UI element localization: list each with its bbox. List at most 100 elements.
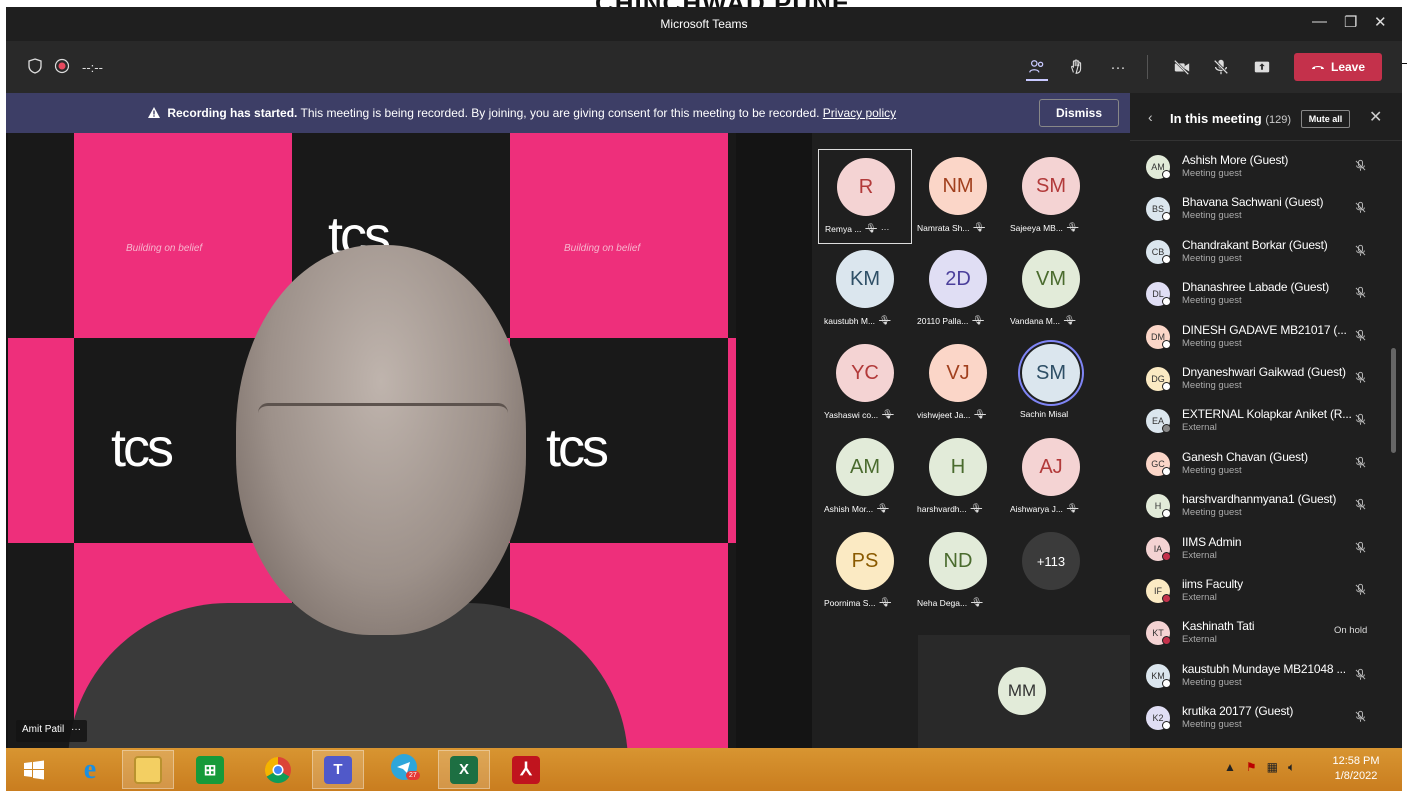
taskbar-chrome[interactable]: [252, 750, 304, 789]
mic-off-icon[interactable]: [1354, 371, 1367, 387]
minimize-button[interactable]: —: [1312, 13, 1327, 30]
participant-name: Kashinath Tati: [1182, 619, 1255, 634]
show-hidden-icons-icon[interactable]: ▲: [1224, 760, 1236, 775]
participant-tile[interactable]: VJ vishwjeet Ja... 🎙︎: [911, 336, 1005, 431]
mic-off-icon[interactable]: [1354, 541, 1367, 557]
taskbar-telegram[interactable]: 27: [378, 750, 430, 789]
mic-off-icon[interactable]: [1354, 413, 1367, 429]
participant-list-item[interactable]: KM kaustubh Mundaye MB21048 ... Meeting gu…: [1146, 660, 1386, 696]
participant-name: Vandana M...: [1010, 315, 1060, 326]
mute-all-button[interactable]: Mute all: [1301, 110, 1350, 128]
mic-off-icon[interactable]: [1354, 498, 1367, 514]
mic-off-icon[interactable]: [1354, 244, 1367, 260]
shield-icon[interactable]: [28, 58, 42, 77]
maximize-button[interactable]: ❐: [1344, 13, 1357, 31]
participant-list-item[interactable]: KT Kashinath Tati External On hold: [1146, 617, 1386, 653]
participant-tile[interactable]: VM Vandana M... 🎙︎: [1004, 242, 1098, 337]
participant-list-item[interactable]: Hharshvardhanmyana1 (Guest) Meeting guest: [1146, 490, 1386, 526]
mic-off-icon[interactable]: [1354, 668, 1367, 684]
warning-icon: [148, 107, 160, 118]
participant-list-item[interactable]: IA IIMS Admin External: [1146, 533, 1386, 569]
network-icon[interactable]: ▦: [1267, 760, 1278, 775]
more-actions-button[interactable]: ···: [1106, 55, 1130, 79]
mic-off-icon[interactable]: [1354, 583, 1367, 599]
taskbar-acrobat[interactable]: ⅄: [500, 750, 552, 789]
system-clock[interactable]: 12:58 PM 1/8/2022: [1326, 754, 1386, 784]
participant-list-item[interactable]: CB Chandrakant Borkar (Guest) Meeting gues…: [1146, 236, 1386, 272]
participant-count: (129): [1265, 114, 1292, 126]
dismiss-button[interactable]: Dismiss: [1039, 99, 1119, 127]
chevron-left-icon[interactable]: ‹: [1148, 109, 1153, 125]
participant-tile[interactable]: ND Neha Dega... 🎙︎: [911, 524, 1005, 619]
action-center-flag-icon[interactable]: ⚑: [1246, 760, 1257, 775]
taskbar-file-explorer[interactable]: [122, 750, 174, 789]
participant-role: Meeting guest: [1182, 168, 1242, 179]
speaker-glasses: [258, 403, 508, 443]
privacy-policy-link[interactable]: Privacy policy: [823, 106, 896, 120]
brand-tagline: Building on belief: [564, 243, 641, 254]
camera-off-icon[interactable]: [1170, 55, 1194, 79]
participant-list-item[interactable]: DL Dhanashree Labade (Guest) Meeting guest: [1146, 278, 1386, 314]
participant-tile[interactable]: NM Namrata Sh... 🎙︎: [911, 149, 1005, 244]
start-button[interactable]: [8, 750, 60, 789]
more-options-icon[interactable]: ···: [881, 224, 890, 234]
participant-list-item[interactable]: AM Ashish More (Guest) Meeting guest: [1146, 151, 1386, 187]
leave-button[interactable]: Leave: [1294, 53, 1382, 81]
participant-tile[interactable]: SM Sajeeya MB... 🎙︎: [1004, 149, 1098, 244]
speaker-video[interactable]: tcs tcs tcs tcs tcs Building on belief B…: [8, 133, 736, 748]
participant-tile[interactable]: AM Ashish Mor... 🎙︎: [818, 430, 912, 525]
share-screen-icon[interactable]: [1250, 55, 1274, 79]
participant-tile[interactable]: AJ Aishwarya J... 🎙︎: [1004, 430, 1098, 525]
participant-tile[interactable]: Hharshvardh... 🎙︎: [911, 430, 1005, 525]
participant-name: Ganesh Chavan (Guest): [1182, 449, 1308, 464]
participant-tile[interactable]: +113: [1004, 524, 1098, 619]
participant-role: External: [1182, 549, 1217, 561]
close-icon[interactable]: ✕: [1369, 107, 1382, 127]
participant-name: Bhavana Sachwani (Guest): [1182, 195, 1324, 210]
participant-list-item[interactable]: DG Dnyaneshwari Gaikwad (Guest) Meeting gu…: [1146, 363, 1386, 399]
taskbar-store[interactable]: ⊞: [184, 750, 236, 789]
mic-off-icon[interactable]: [1354, 286, 1367, 302]
participant-list-item[interactable]: GC Ganesh Chavan (Guest) Meeting guest: [1146, 448, 1386, 484]
mic-off-icon: 🎙︎: [865, 223, 877, 233]
participant-tile[interactable]: 2D 20110 Palla... 🎙︎: [911, 242, 1005, 337]
participant-tile[interactable]: PS Poornima S... 🎙︎: [818, 524, 912, 619]
mic-off-icon[interactable]: [1354, 456, 1367, 472]
overflow-participant-tile[interactable]: MM: [918, 635, 1130, 748]
participant-list-item[interactable]: DM DINESH GADAVE MB21017 (... Meeting gues…: [1146, 321, 1386, 357]
raise-hand-icon[interactable]: [1065, 55, 1089, 79]
taskbar-internet-explorer[interactable]: e: [64, 750, 116, 789]
volume-icon[interactable]: 🔈︎: [1288, 760, 1295, 775]
participant-name: Ashish More (Guest): [1182, 153, 1289, 167]
brand-logo: tcs: [111, 418, 174, 478]
presence-status-icon: [1162, 551, 1171, 561]
mic-off-icon[interactable]: [1354, 159, 1367, 175]
mic-off-icon[interactable]: [1354, 710, 1367, 726]
mic-off-icon[interactable]: [1354, 329, 1367, 345]
close-window-button[interactable]: ✕: [1374, 13, 1387, 31]
participant-name: harshvardhanmyana1 (Guest): [1182, 492, 1337, 507]
mic-off-icon[interactable]: [1209, 55, 1233, 79]
participant-tile[interactable]: SM Sachin Misal: [1004, 336, 1098, 431]
taskbar-excel[interactable]: X: [438, 750, 490, 789]
participant-name: Poornima S...: [824, 597, 876, 608]
participant-tile[interactable]: R Remya ... 🎙︎ ···: [818, 149, 912, 244]
participant-list-item[interactable]: IF iims Faculty External: [1146, 575, 1386, 611]
speaker-more-icon[interactable]: ···: [71, 724, 81, 735]
avatar: AM: [836, 438, 894, 496]
taskbar-teams[interactable]: T: [312, 750, 364, 789]
panel-scrollbar[interactable]: [1391, 348, 1396, 453]
participant-list-item[interactable]: BS Bhavana Sachwani (Guest) Meeting guest: [1146, 193, 1386, 229]
avatar: YC: [836, 344, 894, 402]
participant-list-item[interactable]: K2 krutika 20177 (Guest) Meeting guest: [1146, 702, 1386, 738]
participant-tile[interactable]: YC Yashaswi co... 🎙︎: [818, 336, 912, 431]
participant-role: Meeting guest: [1182, 210, 1242, 222]
participant-list-item[interactable]: EA EXTERNAL Kolapkar Aniket (R... External: [1146, 405, 1386, 441]
system-tray: ▲ ⚑ ▦ 🔈︎: [1224, 760, 1295, 775]
presence-status-icon: [1162, 339, 1171, 349]
participants-icon[interactable]: [1025, 55, 1049, 79]
participant-tile[interactable]: KM kaustubh M... 🎙︎: [818, 242, 912, 337]
teams-icon: T: [324, 755, 352, 784]
avatar: SM: [1022, 344, 1080, 402]
mic-off-icon[interactable]: [1354, 201, 1367, 217]
